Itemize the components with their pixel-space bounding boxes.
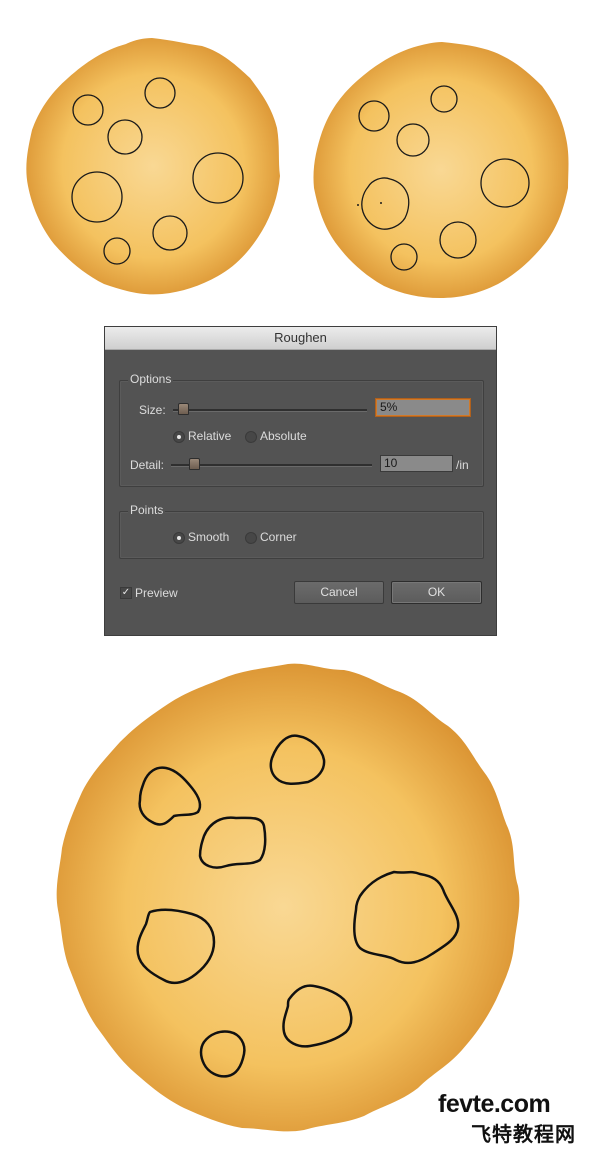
absolute-radio[interactable]: [245, 431, 257, 443]
size-label: Size:: [139, 403, 166, 417]
ok-button[interactable]: OK: [391, 581, 482, 604]
detail-slider[interactable]: [171, 464, 372, 467]
options-group-label: Options: [128, 372, 174, 386]
detail-input[interactable]: 10: [380, 455, 453, 472]
detail-label: Detail:: [130, 458, 165, 472]
cookie-final-roughened: [56, 663, 520, 1132]
points-group: Points Smooth Corner: [119, 503, 484, 559]
points-group-label: Points: [128, 503, 166, 517]
size-slider[interactable]: [173, 409, 367, 412]
relative-radio[interactable]: [173, 431, 185, 443]
preview-label[interactable]: Preview: [135, 586, 178, 600]
corner-label[interactable]: Corner: [260, 530, 297, 544]
watermark-logo-latin: fevte.com: [438, 1090, 551, 1118]
roughen-dialog: Roughen Options Size: 5% Relative Absolu…: [104, 326, 497, 636]
absolute-label[interactable]: Absolute: [260, 429, 307, 443]
smooth-label[interactable]: Smooth: [188, 530, 229, 544]
size-input[interactable]: 5%: [376, 399, 470, 416]
dialog-title: Roughen: [105, 327, 496, 350]
preview-checkbox[interactable]: ✓: [120, 587, 132, 599]
size-slider-thumb[interactable]: [178, 403, 189, 415]
cookie-before-roughen: [26, 38, 281, 295]
cookie-roughen-in-progress: [313, 42, 569, 298]
options-group: Options Size: 5% Relative Absolute Detai…: [119, 372, 484, 487]
detail-unit: /in: [456, 458, 469, 472]
detail-slider-thumb[interactable]: [189, 458, 200, 470]
cancel-button[interactable]: Cancel: [294, 581, 384, 604]
smooth-radio[interactable]: [173, 532, 185, 544]
corner-radio[interactable]: [245, 532, 257, 544]
relative-label[interactable]: Relative: [188, 429, 231, 443]
watermark-logo-cjk: 飞特教程网: [471, 1122, 576, 1146]
